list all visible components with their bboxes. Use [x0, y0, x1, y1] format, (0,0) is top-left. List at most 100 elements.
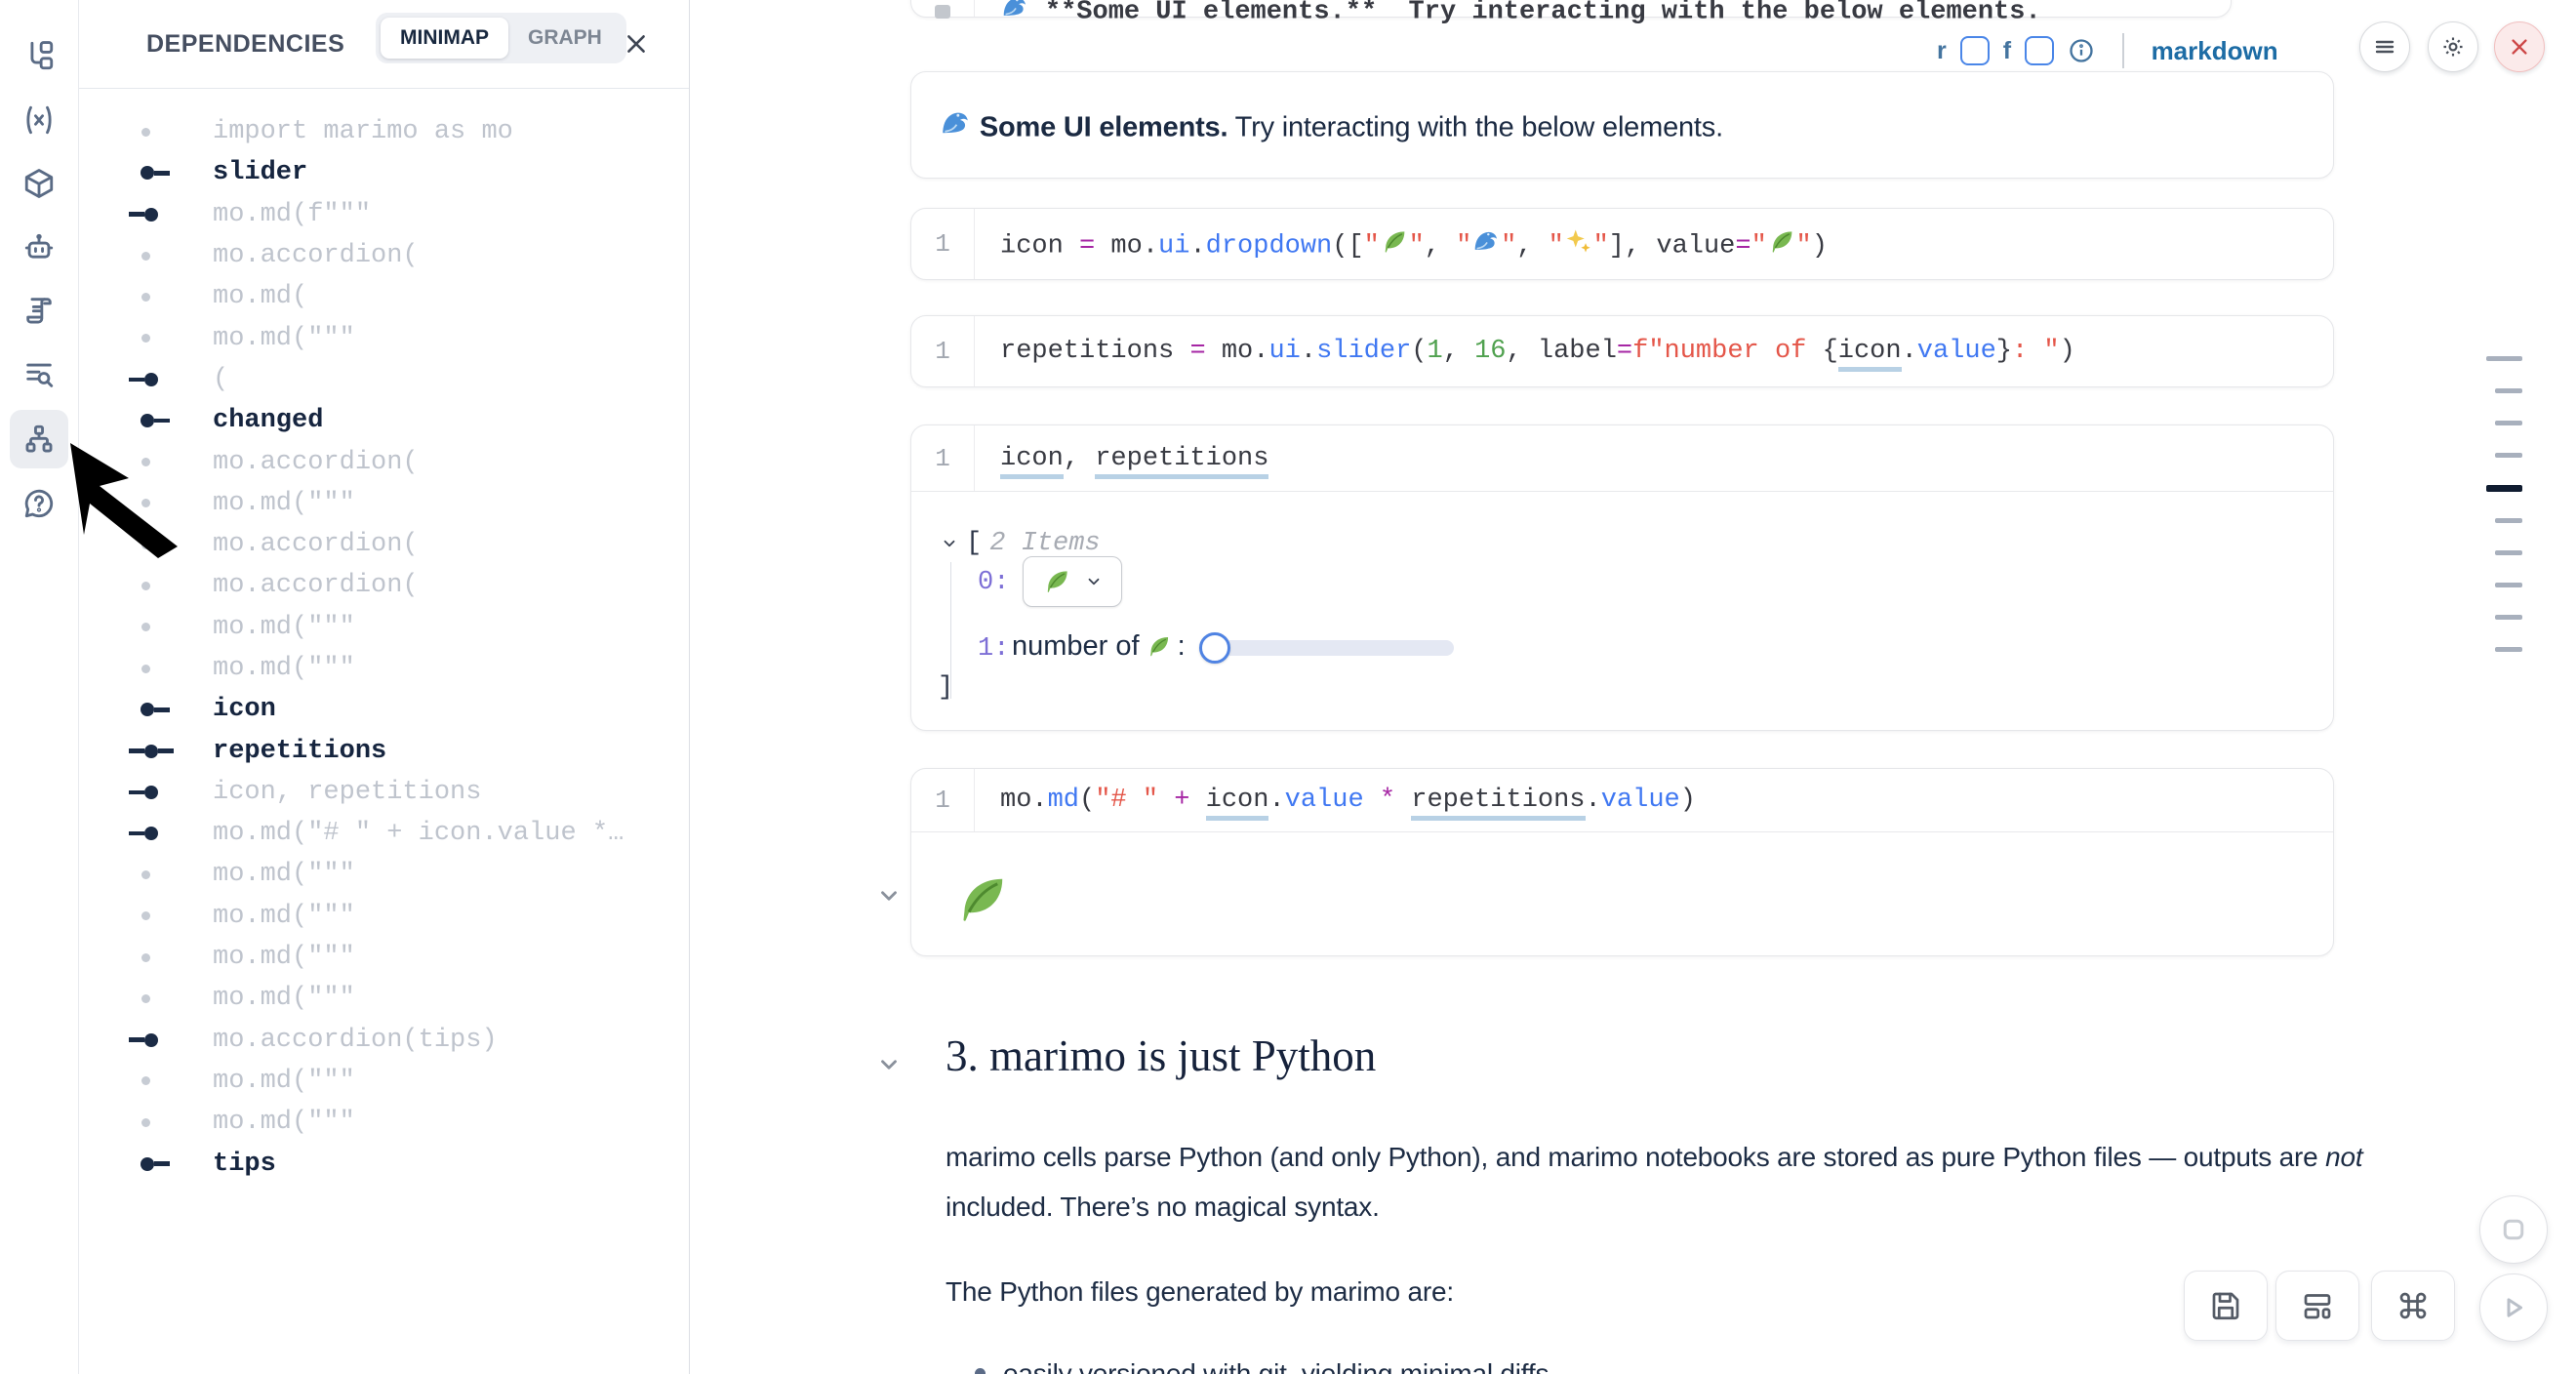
- minimap-item[interactable]: repetitions: [78, 730, 689, 771]
- collapse-section-chevron-icon[interactable]: [876, 1052, 902, 1077]
- minimap-item[interactable]: mo.accordion(: [78, 235, 689, 276]
- run-button[interactable]: [2479, 1273, 2548, 1342]
- shutdown-close-button[interactable]: [2494, 21, 2545, 72]
- minimap-item[interactable]: mo.accordion(: [78, 565, 689, 606]
- minimap-item[interactable]: mo.md(""": [78, 1102, 689, 1143]
- clipped-code-line: **Some UI elements.** Try interacting wi…: [1000, 0, 2041, 26]
- section-paragraph-1: marimo cells parse Python (and only Pyth…: [946, 1132, 2370, 1232]
- collapse-output-chevron-icon[interactable]: [876, 883, 902, 909]
- minimap-item[interactable]: import marimo as mo: [78, 111, 689, 152]
- minimap-item[interactable]: mo.md(f""": [78, 194, 689, 235]
- code-line[interactable]: mo.md("# " + icon.value * repetitions.va…: [1000, 786, 1696, 815]
- minimap-item[interactable]: tips: [78, 1143, 689, 1184]
- bullet-dot: [975, 1368, 986, 1374]
- cell-marker[interactable]: [2486, 485, 2522, 492]
- logs-icon[interactable]: [10, 281, 68, 340]
- connector-out-icon: [129, 1157, 187, 1171]
- tab-minimap[interactable]: MINIMAP: [381, 18, 508, 59]
- code-cell-dropdown[interactable]: 1 icon = mo.ui.dropdown(["", "", ""], va…: [910, 208, 2334, 280]
- file-tree-icon[interactable]: [10, 26, 68, 85]
- cell-marker[interactable]: [2495, 583, 2522, 587]
- minimap-item[interactable]: mo.md(""": [78, 648, 689, 689]
- packages-icon[interactable]: [10, 154, 68, 213]
- cell-dot-icon: [129, 1118, 187, 1127]
- minimap-item[interactable]: icon: [78, 689, 689, 730]
- marimo-app: DEPENDENCIES MINIMAP GRAPH import marimo…: [0, 0, 2576, 1374]
- r-checkbox[interactable]: [1960, 36, 1990, 65]
- code-cell-slider[interactable]: 1 repetitions = mo.ui.slider(1, 16, labe…: [910, 315, 2334, 387]
- cell-marker[interactable]: [2495, 453, 2522, 458]
- stop-button[interactable]: [2479, 1195, 2548, 1264]
- md-output-cell[interactable]: Some UI elements. Try interacting with t…: [910, 71, 2334, 179]
- connector-in-icon: [129, 1033, 187, 1047]
- md-cell-toolbar: r f markdown: [1937, 29, 2278, 72]
- notebook-menu-button[interactable]: [2359, 21, 2410, 72]
- minimap-item[interactable]: mo.md(""": [78, 317, 689, 358]
- ai-assistant-icon[interactable]: [10, 219, 68, 277]
- cell-marker[interactable]: [2495, 518, 2522, 523]
- minimap-item-label: mo.md(""": [213, 984, 355, 1013]
- minimap-item[interactable]: mo.md(""": [78, 607, 689, 648]
- help-icon[interactable]: [10, 474, 68, 533]
- tab-graph[interactable]: GRAPH: [508, 18, 622, 59]
- scratchpad-search-icon[interactable]: [10, 345, 68, 404]
- minimap-item[interactable]: slider: [78, 152, 689, 193]
- md-output-rest: Try interacting with the below elements.: [1228, 111, 1723, 142]
- keyboard-shortcuts-button[interactable]: [2371, 1271, 2455, 1341]
- line-number: 1: [911, 316, 975, 386]
- minimap-item-label: mo.accordion(: [213, 448, 419, 477]
- minimap-item[interactable]: (: [78, 359, 689, 400]
- minimap-item-label: mo.md(""": [213, 943, 355, 972]
- minimap-item-label: icon: [213, 695, 276, 724]
- minimap-item[interactable]: mo.md(: [78, 276, 689, 317]
- connector-out-icon: [129, 414, 187, 427]
- collapse-chevron-icon[interactable]: [941, 535, 958, 552]
- dependency-graph-icon[interactable]: [10, 410, 68, 468]
- cell-dot-icon: [129, 128, 187, 137]
- minimap-item[interactable]: mo.md(""": [78, 1061, 689, 1102]
- line-number: 1: [911, 425, 975, 491]
- settings-gear-button[interactable]: [2428, 21, 2478, 72]
- cell-marker[interactable]: [2495, 421, 2522, 425]
- minimap-item[interactable]: mo.md(""": [78, 896, 689, 937]
- cell-marker[interactable]: [2486, 356, 2522, 361]
- minimap-item-label: mo.md(""": [213, 654, 355, 683]
- minimap-item-label: tips: [213, 1150, 276, 1179]
- close-panel-button[interactable]: [620, 27, 653, 61]
- minimap-item[interactable]: mo.accordion(tips): [78, 1020, 689, 1061]
- minimap-item[interactable]: mo.md("# " + icon.value *…: [78, 813, 689, 854]
- minimap-item[interactable]: mo.md(""": [78, 854, 689, 895]
- cell-marker[interactable]: [2495, 388, 2522, 393]
- cell-marker[interactable]: [2495, 647, 2522, 652]
- cell-marker[interactable]: [2495, 550, 2522, 555]
- cell-dot-icon: [129, 911, 187, 920]
- minimap-item[interactable]: mo.md(""": [78, 937, 689, 978]
- minimap-item-label: mo.accordion(tips): [213, 1026, 498, 1055]
- code-cell-md-concat[interactable]: 1 mo.md("# " + icon.value * repetitions.…: [910, 768, 2334, 956]
- f-checkbox[interactable]: [2025, 36, 2054, 65]
- info-icon[interactable]: [2068, 37, 2095, 64]
- minimap-item[interactable]: changed: [78, 400, 689, 441]
- md-output-bold: Some UI elements.: [980, 111, 1228, 142]
- language-mode-label[interactable]: markdown: [2152, 36, 2278, 66]
- minimap-item[interactable]: icon, repetitions: [78, 772, 689, 813]
- minimap-item-label: mo.md(f""": [213, 200, 371, 229]
- code-cell-tuple[interactable]: 1 icon, repetitions [ 2 Items 0: 1: numb…: [910, 424, 2334, 731]
- layout-button[interactable]: [2275, 1271, 2359, 1341]
- line-number-clipped: [935, 5, 950, 19]
- cell-dot-icon: [129, 994, 187, 1003]
- index-0: 0:: [978, 568, 1009, 597]
- code-line[interactable]: repetitions = mo.ui.slider(1, 16, label=…: [1000, 337, 2075, 366]
- cell-marker[interactable]: [2495, 615, 2522, 620]
- slider-track[interactable]: [1223, 640, 1454, 656]
- code-line[interactable]: icon = mo.ui.dropdown(["", "", ""], valu…: [1000, 227, 1828, 261]
- dropdown-select[interactable]: [1023, 556, 1122, 607]
- md-editor-clipped[interactable]: **Some UI elements.** Try interacting wi…: [910, 0, 2232, 18]
- slider-knob[interactable]: [1199, 632, 1230, 664]
- minimap-item[interactable]: mo.md(""": [78, 978, 689, 1019]
- minimap-item-label: slider: [213, 158, 307, 187]
- save-button[interactable]: [2184, 1271, 2268, 1341]
- variables-icon[interactable]: [10, 91, 68, 149]
- code-line[interactable]: icon, repetitions: [1000, 444, 1268, 473]
- toolbar-divider: [2122, 33, 2124, 68]
